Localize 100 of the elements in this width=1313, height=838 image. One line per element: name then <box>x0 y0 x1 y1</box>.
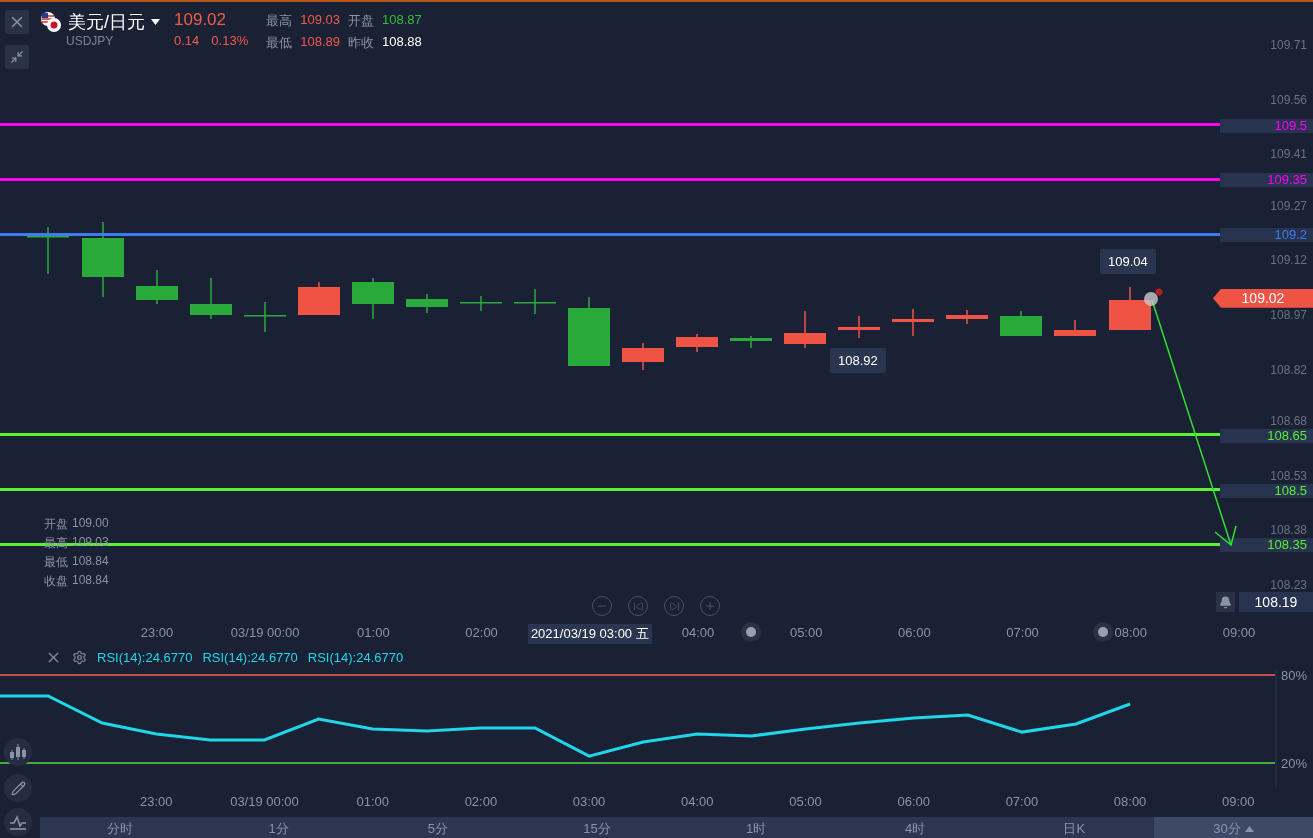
collapse-button[interactable] <box>5 45 29 69</box>
price-axis-label: 108.38 <box>1270 523 1307 538</box>
axis-label: 03/19 00:00 <box>230 794 299 809</box>
axis-label: 07:00 <box>1005 794 1039 809</box>
caret-icon[interactable] <box>151 19 160 25</box>
candle <box>136 269 178 305</box>
price-axis-label: 108.97 <box>1270 308 1307 322</box>
caret-icon <box>1244 825 1254 832</box>
timeframe-tab[interactable]: 1分 <box>199 817 359 838</box>
axis-label: 02:00 <box>464 794 498 809</box>
candle <box>1000 310 1042 337</box>
time-axis-label: 05:00 <box>788 624 824 641</box>
time-axis-label: 23:00 <box>139 624 175 641</box>
time-axis-label: 06:00 <box>897 624 932 641</box>
rsi-reading: RSI(14):24.6770 <box>202 650 298 665</box>
flag-icon <box>40 11 62 33</box>
settings-icon[interactable] <box>72 650 87 665</box>
axis-label: 09:00 <box>1222 794 1255 809</box>
collapse-icon <box>10 50 24 64</box>
price-callout: 109.04 <box>1100 249 1156 274</box>
axis-label: 01:00 <box>356 794 389 809</box>
timeframe-tab[interactable]: 30分 <box>1153 817 1313 838</box>
stat-label: 最高 <box>266 12 293 30</box>
ohlc-label: 收盘 <box>44 573 68 590</box>
plus-icon <box>704 600 716 612</box>
bell-glyph-icon <box>1219 595 1232 609</box>
stat-label: 开盘 <box>347 12 374 30</box>
price-line-label: 108.65 <box>1220 428 1313 443</box>
event-marker-icon[interactable] <box>1093 622 1113 642</box>
axis-label: 05:00 <box>789 794 822 809</box>
price-line-label: 108.5 <box>1220 483 1313 498</box>
timeframe-tab[interactable]: 4时 <box>835 817 995 838</box>
indicator-button[interactable] <box>4 808 32 836</box>
timeframe-tab[interactable]: 分时 <box>40 817 200 838</box>
price-axis-label: 109.12 <box>1270 253 1307 268</box>
ohlc-label: 最低 <box>44 554 68 571</box>
candle <box>1054 319 1096 337</box>
candle <box>1109 286 1151 331</box>
candle <box>784 310 826 349</box>
candle <box>568 296 610 367</box>
rsi-reading: RSI(14):24.6770 <box>307 650 404 665</box>
candlestick-icon <box>9 743 27 761</box>
candle <box>352 277 394 320</box>
ohlc-value: 108.84 <box>72 573 109 589</box>
candle <box>27 226 69 275</box>
price-line-label: 108.35 <box>1220 538 1313 553</box>
ohlc-label: 开盘 <box>44 516 68 533</box>
timeframe-tab[interactable]: 15分 <box>517 817 677 838</box>
candle <box>298 281 340 316</box>
candle <box>460 295 502 312</box>
axis-label: 04:00 <box>681 794 714 809</box>
axis-label: 23:00 <box>140 794 173 809</box>
price-axis-label: 108.68 <box>1270 413 1307 428</box>
axis-label: 20% <box>1280 756 1307 771</box>
candlestick-button[interactable] <box>4 738 32 766</box>
candle <box>514 288 556 315</box>
symbol-name[interactable]: 美元/日元 <box>68 10 145 34</box>
price-axis-label: 109.41 <box>1270 147 1307 162</box>
stat-value: 108.89 <box>300 34 340 51</box>
price-line-label: 109.35 <box>1220 173 1313 188</box>
pencil-button[interactable] <box>4 774 32 802</box>
time-axis-label: 04:00 <box>680 624 716 641</box>
rsi-reading: RSI(14):24.6770 <box>97 650 193 665</box>
pencil-icon <box>10 780 26 796</box>
price-axis-label: 108.53 <box>1270 468 1307 483</box>
candle <box>406 293 448 314</box>
time-axis-label: 2021/03/19 03:00 五 <box>527 624 652 644</box>
ohlc-value: 108.84 <box>72 554 109 570</box>
horizontal-line[interactable] <box>0 433 1220 437</box>
last-price: 109.02 <box>174 10 227 30</box>
close-button[interactable] <box>5 10 29 34</box>
drag-handle-icon[interactable] <box>1144 288 1163 306</box>
price-line-label: 109.5 <box>1220 118 1313 133</box>
candle <box>730 335 772 349</box>
price-callout: 108.92 <box>830 348 886 373</box>
candle <box>622 342 664 371</box>
axis-label: 80% <box>1280 670 1307 683</box>
price-axis-label: 109.56 <box>1270 92 1307 107</box>
skip-back-icon <box>632 600 644 612</box>
indicator-icon <box>9 813 27 831</box>
candle <box>946 309 988 325</box>
price-change: 0.14 <box>174 33 200 48</box>
alert-price-label: 108.19 <box>1239 592 1313 612</box>
stat-value: 108.88 <box>381 34 422 51</box>
stat-label: 昨收 <box>347 34 374 52</box>
timeframe-tab[interactable]: 1时 <box>676 817 836 838</box>
price-axis-label: 108.23 <box>1270 578 1307 593</box>
horizontal-line[interactable] <box>0 177 1220 181</box>
stat-label: 最低 <box>266 34 293 52</box>
horizontal-line[interactable] <box>0 123 1220 127</box>
timeframe-tab[interactable]: 日K <box>994 817 1154 838</box>
candle <box>676 333 718 353</box>
timeframe-tab[interactable]: 5分 <box>358 817 518 838</box>
axis-label: 08:00 <box>1113 794 1147 809</box>
bell-icon[interactable] <box>1216 592 1235 612</box>
candle <box>190 277 232 320</box>
time-axis-label: 09:00 <box>1221 624 1257 641</box>
event-marker-icon[interactable] <box>741 622 761 642</box>
skip-forward-icon <box>668 600 680 612</box>
axis-label: 06:00 <box>897 794 930 809</box>
